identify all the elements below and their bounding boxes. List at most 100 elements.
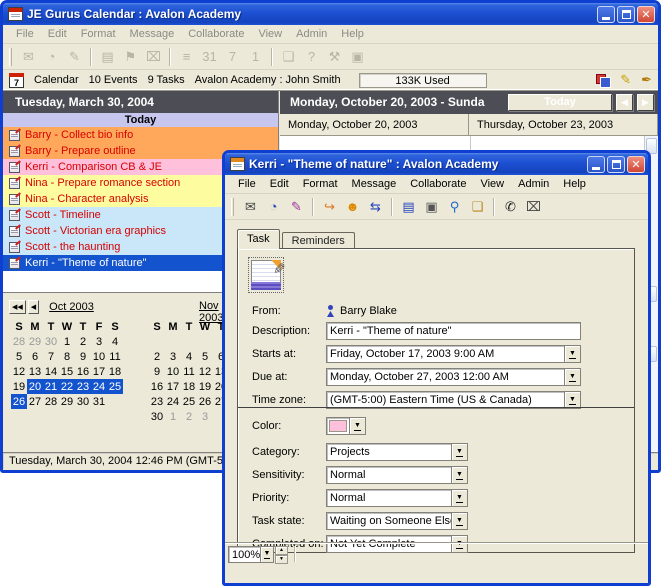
print-button[interactable]: ▣ (420, 196, 443, 217)
description-input[interactable] (326, 322, 581, 340)
calendar-day-cell[interactable]: 11 (107, 349, 123, 364)
prev-day-button[interactable]: ◀ (616, 94, 633, 111)
calendar-day-cell[interactable]: 16 (75, 364, 91, 379)
dialog-minimize-button[interactable] (587, 156, 605, 173)
menu-item-admin[interactable]: Admin (511, 176, 556, 192)
calendar-day-cell[interactable]: 14 (43, 364, 59, 379)
menu-item-collaborate[interactable]: Collaborate (403, 176, 473, 192)
calendar-day-cell[interactable]: 21 (43, 379, 59, 394)
calendar-day-cell[interactable]: 10 (91, 349, 107, 364)
calendar-day-cell[interactable]: 23 (75, 379, 91, 394)
day-view-button[interactable]: 1 (244, 46, 267, 67)
menu-item-collaborate[interactable]: Collaborate (181, 26, 251, 42)
color-dropdown[interactable]: ▼ (326, 417, 366, 435)
priority-dropdown[interactable]: Normal ▼ (326, 489, 468, 507)
chevron-down-icon[interactable]: ▼ (451, 513, 467, 529)
list-view-button[interactable]: ≡ (175, 46, 198, 67)
calendar-day-cell[interactable]: 25 (107, 379, 123, 394)
month-label-october[interactable]: Oct 2003 (49, 301, 94, 313)
event-row[interactable]: Barry - Collect bio info (3, 127, 278, 143)
new-event-button[interactable]: ✉ (17, 46, 40, 67)
sensitivity-dropdown[interactable]: Normal ▼ (326, 466, 468, 484)
menu-item-view[interactable]: View (251, 26, 289, 42)
prev-year-button[interactable]: ◀◀ (9, 300, 26, 314)
calendar-day-cell[interactable]: 12 (197, 364, 213, 379)
zoom-spinner[interactable]: ▲ ▼ (275, 546, 288, 563)
signature-pen-icon[interactable]: ✒ (641, 72, 652, 88)
calendar-day-cell[interactable]: 16 (149, 379, 165, 394)
calendar-day-cell[interactable]: 6 (27, 349, 43, 364)
calendar-day-cell[interactable]: 2 (75, 334, 91, 349)
file-button[interactable]: ❏ (277, 46, 300, 67)
menu-item-admin[interactable]: Admin (289, 26, 334, 42)
tools-button[interactable]: ⚒ (323, 46, 346, 67)
calendar-day-cell[interactable]: 10 (165, 364, 181, 379)
calendar-day-cell[interactable]: 25 (181, 394, 197, 409)
calendar-day-cell[interactable]: 3 (165, 349, 181, 364)
menu-item-edit[interactable]: Edit (263, 176, 296, 192)
menu-item-format[interactable]: Format (296, 176, 345, 192)
calendar-day-cell[interactable]: 18 (107, 364, 123, 379)
today-button[interactable]: Today (508, 94, 612, 111)
next-day-button[interactable]: ▶ (637, 94, 654, 111)
calendar-day-cell[interactable]: 31 (91, 394, 107, 409)
calendar-day-cell[interactable]: 12 (11, 364, 27, 379)
calendar-day-cell[interactable]: 4 (107, 334, 123, 349)
month-view-button[interactable]: 31 (198, 46, 221, 67)
calendar-day-cell[interactable]: 30 (75, 394, 91, 409)
find-button[interactable]: ⚲ (443, 196, 466, 217)
calendar-day-cell[interactable]: 9 (149, 364, 165, 379)
help-button[interactable]: ? (300, 46, 323, 67)
call-button[interactable]: ✆ (499, 196, 522, 217)
calendar-day-cell[interactable]: 2 (181, 409, 197, 424)
tab-reminders[interactable]: Reminders (282, 232, 355, 249)
delete-button[interactable]: ⌧ (142, 46, 165, 67)
tab-task[interactable]: Task (237, 229, 280, 249)
category-dropdown[interactable]: Projects ▼ (326, 443, 468, 461)
main-maximize-button[interactable] (617, 6, 635, 23)
main-minimize-button[interactable] (597, 6, 615, 23)
calendar-day-cell[interactable]: 13 (27, 364, 43, 379)
chevron-down-icon[interactable]: ▼ (260, 547, 273, 562)
forward-button[interactable]: ↪ (318, 196, 341, 217)
calendar-day-cell[interactable]: 15 (59, 364, 75, 379)
calendar-day-cell[interactable]: 8 (59, 349, 75, 364)
chevron-down-icon[interactable]: ▼ (564, 369, 580, 385)
details-button[interactable]: ▤ (397, 196, 420, 217)
task-state-dropdown[interactable]: Waiting on Someone Else ▼ (326, 512, 468, 530)
prev-month-button[interactable]: ◀ (28, 300, 39, 314)
menu-item-edit[interactable]: Edit (41, 26, 74, 42)
calendar-day-cell[interactable]: 18 (181, 379, 197, 394)
calendar-day-cell[interactable]: 29 (59, 394, 75, 409)
calendar-day-cell[interactable]: 9 (75, 349, 91, 364)
calendar-day-cell[interactable]: 30 (149, 409, 165, 424)
calendar-day-cell[interactable]: 17 (91, 364, 107, 379)
file-button[interactable]: ❏ (466, 196, 489, 217)
calendar-day-cell[interactable]: 3 (91, 334, 107, 349)
dialog-maximize-button[interactable] (607, 156, 625, 173)
calendar-day-cell[interactable]: 24 (91, 379, 107, 394)
new-alarm-button[interactable]: ◔ (40, 46, 63, 67)
chevron-down-icon[interactable]: ▼ (451, 444, 467, 460)
calendar-day-cell[interactable]: 23 (149, 394, 165, 409)
spin-down-icon[interactable]: ▼ (275, 555, 288, 564)
delete-button[interactable]: ⌧ (522, 196, 545, 217)
calendar-day-cell[interactable]: 2 (149, 349, 165, 364)
print-button[interactable]: ▣ (346, 46, 369, 67)
details-button[interactable]: ▤ (96, 46, 119, 67)
starts-at-dropdown[interactable]: Friday, October 17, 2003 9:00 AM ▼ (326, 345, 581, 363)
main-close-button[interactable]: ✕ (637, 6, 655, 23)
calendar-day-cell[interactable]: 19 (197, 379, 213, 394)
menu-item-message[interactable]: Message (123, 26, 182, 42)
menu-item-format[interactable]: Format (74, 26, 123, 42)
day-column-header-2[interactable]: Thursday, October 23, 2003 (469, 114, 658, 135)
new-event-button[interactable]: ✉ (239, 196, 262, 217)
pencil-icon[interactable]: ✎ (620, 72, 631, 88)
chevron-down-icon[interactable]: ▼ (349, 418, 365, 434)
menu-item-help[interactable]: Help (334, 26, 371, 42)
new-alarm-button[interactable]: ◔ (262, 196, 285, 217)
calendar-day-cell[interactable]: 29 (27, 334, 43, 349)
flag-button[interactable]: ⚑ (119, 46, 142, 67)
calendar-day-cell[interactable]: 3 (197, 409, 213, 424)
chevron-down-icon[interactable]: ▼ (451, 467, 467, 483)
